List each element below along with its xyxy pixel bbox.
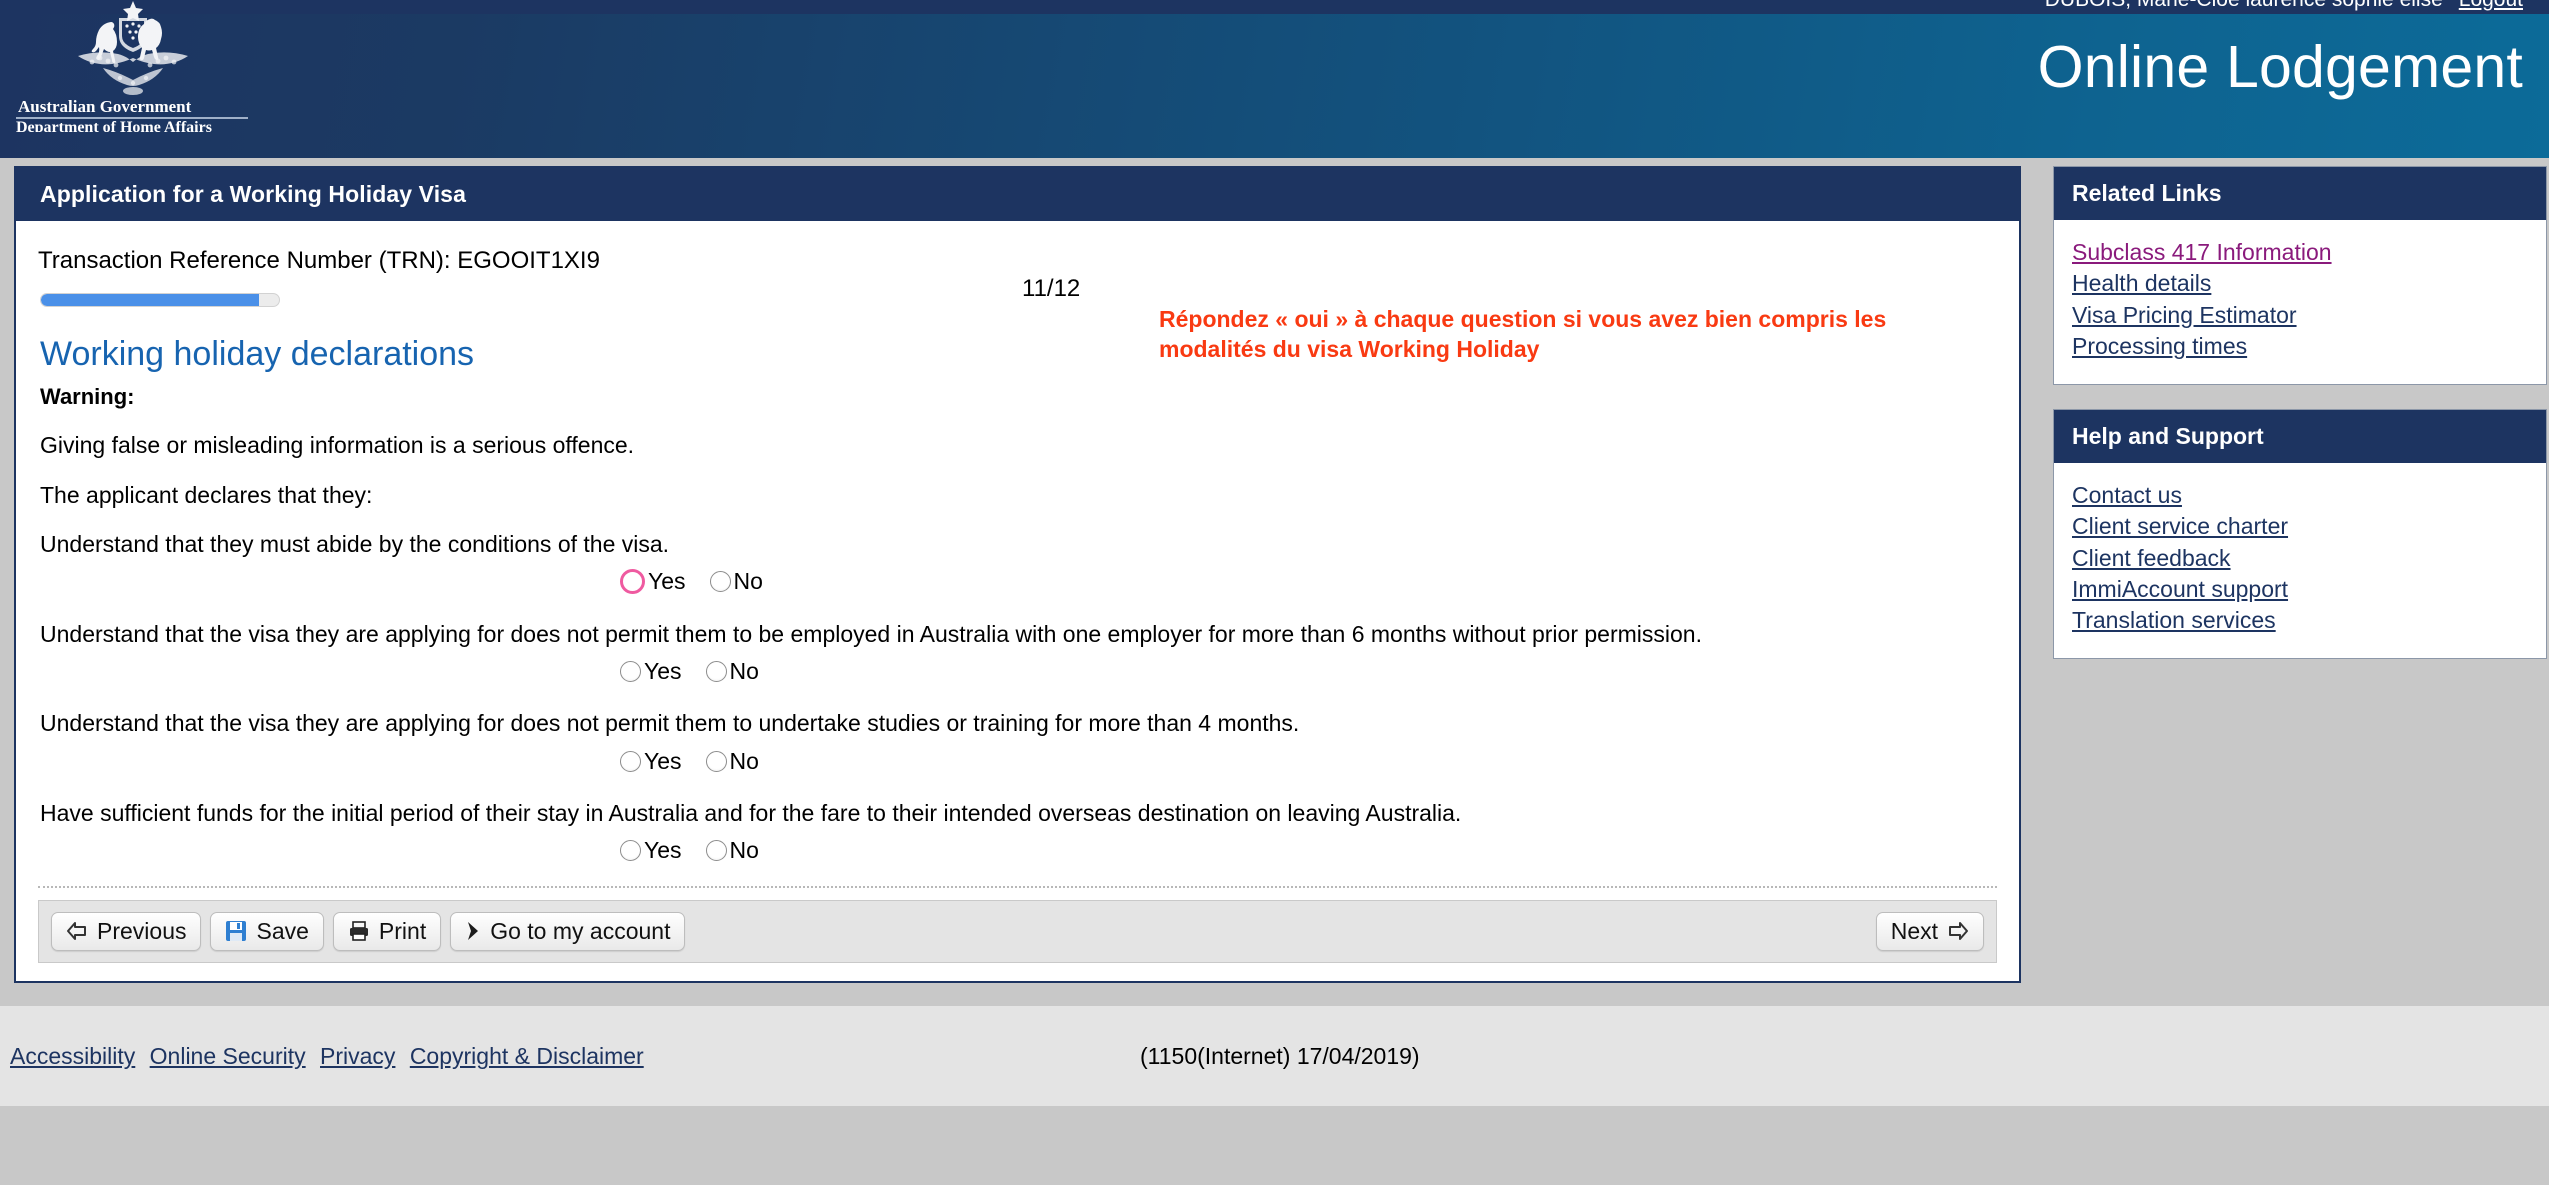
next-button[interactable]: Next	[1875, 911, 1984, 951]
sidebar-link-visa-pricing-estimator[interactable]: Visa Pricing Estimator	[2072, 300, 2528, 331]
french-annotation-note: Répondez « oui » à chaque question si vo…	[1159, 306, 1887, 363]
radio-yes[interactable]	[620, 840, 641, 862]
section-divider	[38, 885, 1997, 888]
footer-link-accessibility[interactable]: Accessibility	[10, 1043, 135, 1069]
declaration-item: Understand that the visa they are applyi…	[38, 710, 1997, 778]
declaration-radio-group: Yes No	[620, 654, 1997, 688]
radio-yes[interactable]	[620, 660, 641, 682]
floppy-disk-icon	[225, 920, 247, 942]
australian-government-crest: Australian Government Department of Home…	[8, 0, 258, 132]
print-button-label: Print	[378, 917, 427, 944]
declaration-item: Understand that they must abide by the c…	[38, 531, 1997, 599]
related-links-panel: Related Links Subclass 417 Information H…	[2053, 166, 2547, 386]
help-and-support-body: Contact us Client service charter Client…	[2054, 463, 2546, 658]
toolbar-right-group: Next	[1875, 911, 1984, 951]
sidebar-link-client-service-charter[interactable]: Client service charter	[2072, 511, 2528, 542]
radio-no-label[interactable]: No	[730, 837, 759, 864]
radio-yes[interactable]	[620, 750, 641, 772]
sidebar-link-client-feedback[interactable]: Client feedback	[2072, 543, 2528, 574]
radio-no[interactable]	[709, 571, 731, 593]
application-form-card: Application for a Working Holiday Visa T…	[14, 166, 2021, 983]
sidebar-link-immiaccount-support[interactable]: ImmiAccount support	[2072, 574, 2528, 605]
sidebar-link-health-details[interactable]: Health details	[2072, 268, 2528, 299]
footer-link-copyright-disclaimer[interactable]: Copyright & Disclaimer	[410, 1043, 644, 1069]
related-links-body: Subclass 417 Information Health details …	[2054, 220, 2546, 384]
radio-yes-label[interactable]: Yes	[644, 748, 682, 775]
radio-yes[interactable]	[620, 569, 645, 595]
radio-option-no[interactable]: No	[705, 837, 773, 864]
declaration-text: Understand that the visa they are applyi…	[40, 620, 1702, 647]
radio-option-yes[interactable]: Yes	[620, 837, 696, 864]
sidebar-link-subclass-417-information[interactable]: Subclass 417 Information	[2072, 237, 2528, 268]
radio-option-yes[interactable]: Yes	[620, 658, 696, 685]
warning-paragraph: Giving false or misleading information i…	[40, 432, 635, 459]
radio-no[interactable]	[705, 750, 727, 772]
chevron-right-icon	[465, 920, 481, 942]
help-and-support-title: Help and Support	[2054, 410, 2546, 464]
declaration-text: Have sufficient funds for the initial pe…	[40, 800, 1462, 827]
footer-link-online-security[interactable]: Online Security	[150, 1043, 306, 1069]
radio-yes-label[interactable]: Yes	[644, 837, 682, 864]
radio-no-label[interactable]: No	[734, 568, 763, 595]
transaction-reference-number: Transaction Reference Number (TRN): EGOO…	[38, 247, 600, 274]
page-content: Application for a Working Holiday Visa T…	[0, 158, 2549, 1006]
save-button-label: Save	[256, 917, 309, 944]
site-header: DUBOIS, Marie-Cloe laurence sophie elise…	[0, 0, 2549, 158]
declaration-text: Understand that they must abide by the c…	[40, 531, 670, 558]
progress-counter: 11/12	[1022, 275, 1081, 302]
logout-link[interactable]: Logout	[2459, 0, 2523, 11]
user-name-label: DUBOIS, Marie-Cloe laurence sophie elise	[2045, 0, 2443, 11]
declares-intro-paragraph: The applicant declares that they:	[40, 481, 373, 508]
sidebar: Related Links Subclass 417 Information H…	[2053, 166, 2547, 683]
toolbar-left-group: Previous Save Print Go to my account	[51, 911, 686, 951]
radio-no[interactable]	[705, 840, 727, 862]
go-to-my-account-button[interactable]: Go to my account	[450, 911, 686, 951]
declaration-text: Understand that the visa they are applyi…	[40, 710, 1300, 737]
progress-bar	[40, 293, 280, 307]
crest-line1: Australian Government	[18, 97, 192, 116]
declaration-radio-group: Yes No	[620, 565, 1997, 599]
print-button[interactable]: Print	[332, 911, 442, 951]
footer-link-privacy[interactable]: Privacy	[320, 1043, 395, 1069]
site-footer: Accessibility Online Security Privacy Co…	[0, 1006, 2549, 1106]
declaration-item: Have sufficient funds for the initial pe…	[38, 800, 1997, 868]
arrow-right-icon	[1947, 921, 1969, 941]
radio-no[interactable]	[705, 660, 727, 682]
radio-option-yes[interactable]: Yes	[620, 568, 700, 595]
form-card-body: Transaction Reference Number (TRN): EGOO…	[16, 221, 2019, 963]
printer-icon	[348, 920, 370, 942]
next-button-label: Next	[1890, 917, 1938, 944]
radio-yes-label[interactable]: Yes	[648, 568, 686, 595]
form-navigation-toolbar: Previous Save Print Go to my account Nex…	[38, 899, 1997, 963]
warning-label: Warning:	[40, 384, 135, 410]
crest-line2: Department of Home Affairs	[16, 119, 212, 132]
previous-button[interactable]: Previous	[51, 911, 202, 951]
progress-bar-fill	[41, 294, 259, 306]
related-links-title: Related Links	[2054, 167, 2546, 220]
radio-no-label[interactable]: No	[730, 748, 759, 775]
help-and-support-panel: Help and Support Contact us Client servi…	[2053, 409, 2547, 660]
site-title: Online Lodgement	[2037, 34, 2523, 100]
go-to-my-account-label: Go to my account	[490, 917, 671, 944]
radio-yes-label[interactable]: Yes	[644, 658, 682, 685]
radio-option-no[interactable]: No	[709, 568, 777, 595]
radio-option-no[interactable]: No	[705, 748, 773, 775]
declaration-radio-group: Yes No	[620, 834, 1997, 868]
footer-version-string: (1150(Internet) 17/04/2019)	[1140, 1043, 1420, 1069]
save-button[interactable]: Save	[210, 911, 324, 951]
previous-button-label: Previous	[97, 917, 187, 944]
sidebar-link-translation-services[interactable]: Translation services	[2072, 605, 2528, 636]
coat-of-arms-icon: Australian Government Department of Home…	[16, 1, 248, 132]
sidebar-link-contact-us[interactable]: Contact us	[2072, 480, 2528, 511]
radio-option-no[interactable]: No	[705, 658, 773, 685]
form-card-title: Application for a Working Holiday Visa	[16, 168, 2019, 221]
declaration-radio-group: Yes No	[620, 744, 1997, 778]
declaration-item: Understand that the visa they are applyi…	[38, 621, 1997, 689]
user-session-strip: DUBOIS, Marie-Cloe laurence sophie elise…	[2045, 0, 2523, 14]
arrow-left-icon	[66, 921, 88, 941]
footer-links: Accessibility Online Security Privacy Co…	[10, 1043, 652, 1070]
sidebar-link-processing-times[interactable]: Processing times	[2072, 331, 2528, 362]
radio-option-yes[interactable]: Yes	[620, 748, 696, 775]
radio-no-label[interactable]: No	[730, 658, 759, 685]
